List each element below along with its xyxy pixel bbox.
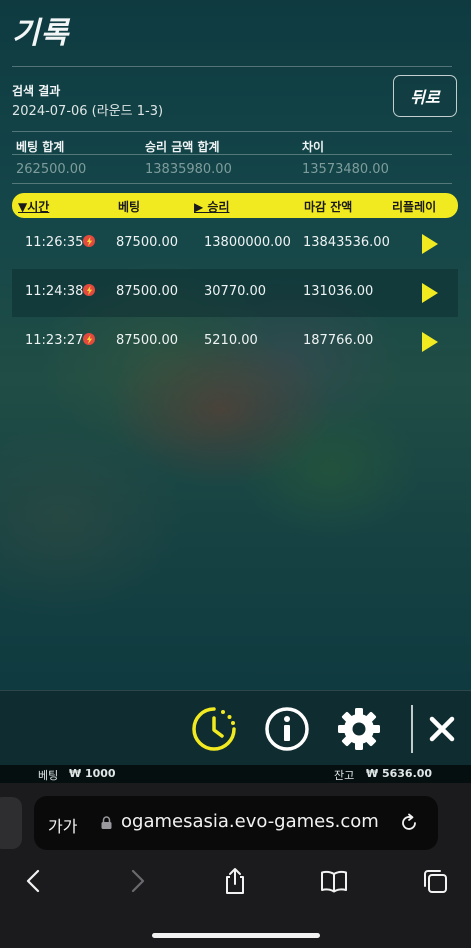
lightning-icon xyxy=(83,333,95,345)
bet-label: 베팅 xyxy=(38,769,59,782)
row-time: 11:26:35 xyxy=(25,235,84,250)
table-row[interactable]: 11:26:35 87500.00 13800000.00 13843536.0… xyxy=(12,220,458,268)
row-bet: 87500.00 xyxy=(116,284,179,299)
back-button[interactable]: 뒤로 xyxy=(393,75,457,117)
row-win: 13800000.00 xyxy=(204,235,291,250)
divider xyxy=(12,131,452,132)
replay-play-icon[interactable] xyxy=(421,282,439,304)
text-size-button[interactable]: 가가 xyxy=(48,813,77,837)
total-bet-label: 베팅 합계 xyxy=(16,140,65,154)
column-time-sort[interactable]: ▼시간 xyxy=(18,198,49,215)
previous-tab[interactable] xyxy=(0,797,22,849)
row-win: 5210.00 xyxy=(204,333,258,348)
column-bet: 베팅 xyxy=(118,200,141,214)
row-bet: 87500.00 xyxy=(116,333,179,348)
total-win-value: 13835980.00 xyxy=(145,162,232,177)
home-indicator xyxy=(152,933,320,938)
lightning-icon xyxy=(83,284,95,296)
balance-label: 잔고 xyxy=(334,769,355,782)
balance-bar: 베팅 ₩ 1000 잔고 ₩ 5636.00 xyxy=(0,765,471,783)
close-icon[interactable] xyxy=(418,705,466,753)
bookmarks-icon[interactable] xyxy=(320,867,348,895)
table-row[interactable]: 11:23:27 87500.00 5210.00 187766.00 xyxy=(12,318,458,366)
page-title: 기록 xyxy=(12,16,70,51)
tabs-icon[interactable] xyxy=(421,867,449,895)
reload-icon[interactable] xyxy=(398,812,420,834)
row-time: 11:23:27 xyxy=(25,333,84,348)
game-toolbar xyxy=(0,690,471,766)
row-win: 30770.00 xyxy=(204,284,267,299)
column-win-sort[interactable]: ▶ 승리 xyxy=(194,198,230,215)
difference-label: 차이 xyxy=(302,140,325,154)
replay-play-icon[interactable] xyxy=(421,331,439,353)
search-result-label: 검색 결과 xyxy=(12,84,61,98)
row-bet: 87500.00 xyxy=(116,235,179,250)
search-result-value: 2024-07-06 (라운드 1-3) xyxy=(12,104,164,119)
table-header: ▼시간 베팅 ▶ 승리 마감 잔액 리플레이 xyxy=(12,193,458,218)
row-balance: 13843536.00 xyxy=(303,235,390,250)
total-win-label: 승리 금액 합계 xyxy=(145,140,220,154)
history-icon[interactable] xyxy=(190,705,238,753)
difference-value: 13573480.00 xyxy=(302,162,389,177)
divider xyxy=(12,66,452,67)
share-icon[interactable] xyxy=(221,867,249,895)
balance-value: ₩ 5636.00 xyxy=(366,767,433,780)
divider xyxy=(12,154,452,155)
settings-icon[interactable] xyxy=(335,705,383,753)
info-icon[interactable] xyxy=(263,705,311,753)
table-row[interactable]: 11:24:38 87500.00 30770.00 131036.00 xyxy=(12,269,458,317)
lock-icon xyxy=(101,816,112,829)
url-text: ogamesasia.evo-games.com xyxy=(121,811,379,832)
forward-arrow-icon[interactable] xyxy=(123,867,151,895)
total-bet-value: 262500.00 xyxy=(16,162,87,177)
bet-value: ₩ 1000 xyxy=(69,767,116,780)
row-balance: 187766.00 xyxy=(303,333,374,348)
divider xyxy=(12,183,452,184)
back-arrow-icon[interactable] xyxy=(20,867,48,895)
column-replay: 리플레이 xyxy=(392,200,437,214)
column-closing-balance: 마감 잔액 xyxy=(304,200,353,214)
row-time: 11:24:38 xyxy=(25,284,84,299)
toolbar-divider xyxy=(411,705,413,753)
row-balance: 131036.00 xyxy=(303,284,374,299)
lightning-icon xyxy=(83,235,95,247)
replay-play-icon[interactable] xyxy=(421,233,439,255)
address-bar[interactable]: 가가 ogamesasia.evo-games.com xyxy=(34,796,438,850)
browser-chrome: 가가 ogamesasia.evo-games.com xyxy=(0,783,471,948)
